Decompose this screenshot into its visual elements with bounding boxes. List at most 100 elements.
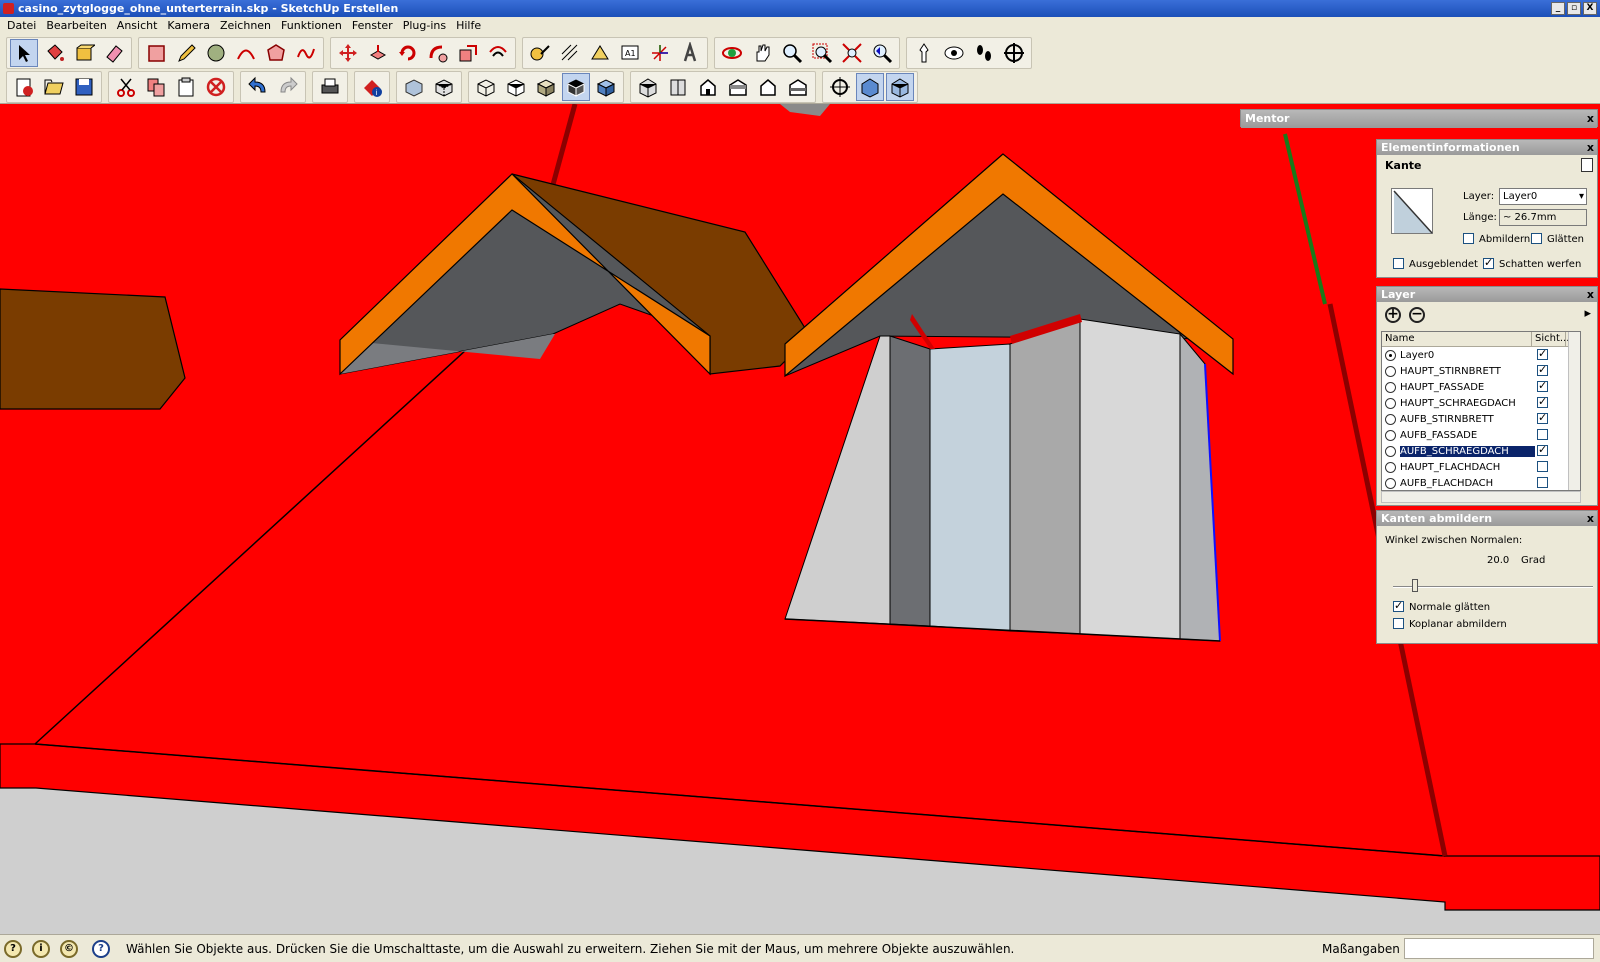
layer-row[interactable]: HAUPT_FASSADE: [1382, 379, 1580, 395]
back-view-button[interactable]: [754, 73, 782, 101]
layer-name[interactable]: AUFB_FLACHDACH: [1400, 478, 1535, 489]
layer-row[interactable]: HAUPT_FLACHDACH: [1382, 459, 1580, 475]
freehand-button[interactable]: [292, 39, 320, 67]
redo-button[interactable]: [274, 73, 302, 101]
layer-visible-checkbox[interactable]: [1537, 429, 1548, 440]
component-button[interactable]: [70, 39, 98, 67]
cast-shadows-option[interactable]: Schatten werfen: [1483, 256, 1581, 270]
paste-button[interactable]: [172, 73, 200, 101]
delete-button[interactable]: [202, 73, 230, 101]
arc-button[interactable]: [232, 39, 260, 67]
back-edges-button[interactable]: [430, 73, 458, 101]
previous-view-button[interactable]: [868, 39, 896, 67]
two-point-perspective-button[interactable]: [886, 72, 914, 101]
top-view-button[interactable]: [664, 73, 692, 101]
hidden-option[interactable]: Ausgeblendet: [1393, 258, 1478, 270]
layer-name[interactable]: AUFB_STIRNBRETT: [1400, 414, 1535, 425]
zoom-button[interactable]: [778, 39, 806, 67]
active-layer-radio[interactable]: [1385, 413, 1396, 425]
measurements-input[interactable]: [1404, 938, 1594, 959]
rectangle-button[interactable]: [142, 39, 170, 67]
menu-funktionen[interactable]: Funktionen: [276, 17, 347, 35]
active-layer-radio[interactable]: [1385, 461, 1396, 473]
mentor-close-button[interactable]: x: [1587, 110, 1594, 128]
geo-location-icon[interactable]: ?: [4, 940, 22, 958]
rotate-button[interactable]: [394, 39, 422, 67]
layer-row[interactable]: AUFB_STIRNBRETT: [1382, 411, 1580, 427]
coplanar-checkbox[interactable]: [1393, 618, 1404, 629]
tape-measure-button[interactable]: [526, 39, 554, 67]
active-layer-radio[interactable]: [1385, 429, 1396, 441]
perspective-button[interactable]: [856, 72, 884, 101]
axes-button[interactable]: [646, 39, 674, 67]
zoom-extents-button[interactable]: [838, 39, 866, 67]
layer-name[interactable]: HAUPT_STIRNBRETT: [1400, 366, 1535, 377]
layer-details-icon[interactable]: ▸: [1584, 306, 1591, 321]
move-button[interactable]: [334, 39, 362, 67]
model-scene[interactable]: [0, 104, 1600, 934]
follow-me-button[interactable]: [424, 39, 452, 67]
layer-name[interactable]: HAUPT_FASSADE: [1400, 382, 1535, 393]
shaded-button[interactable]: [532, 73, 560, 101]
menu-datei[interactable]: Datei: [2, 17, 41, 35]
dimension-button[interactable]: [556, 39, 584, 67]
cut-button[interactable]: [112, 73, 140, 101]
print-button[interactable]: [316, 73, 344, 101]
new-file-button[interactable]: [10, 73, 38, 101]
model-info-button[interactable]: i: [358, 73, 386, 101]
layer-visible-checkbox[interactable]: [1537, 379, 1548, 392]
xray-button[interactable]: [400, 73, 428, 101]
3d-viewport[interactable]: [0, 104, 1600, 934]
push-pull-button[interactable]: [364, 39, 392, 67]
layer-visible-checkbox[interactable]: [1537, 347, 1548, 360]
smooth-checkbox[interactable]: [1531, 233, 1542, 244]
soften-option[interactable]: Abmildern: [1463, 233, 1530, 245]
layer-name[interactable]: AUFB_SCHRAEGDACH: [1400, 445, 1535, 457]
layer-scrollbar-vertical[interactable]: [1568, 332, 1580, 490]
save-button[interactable]: [70, 73, 98, 101]
layer-visible-checkbox[interactable]: [1537, 477, 1548, 488]
iso-view-button[interactable]: [634, 73, 662, 101]
text-button[interactable]: A1: [616, 39, 644, 67]
undo-button[interactable]: [244, 73, 272, 101]
menu-kamera[interactable]: Kamera: [162, 17, 215, 35]
coplanar-option[interactable]: Koplanar abmildern: [1393, 618, 1507, 630]
cast-shadows-checkbox[interactable]: [1483, 256, 1494, 269]
position-camera-button[interactable]: [910, 39, 938, 67]
layer-name[interactable]: HAUPT_FLACHDACH: [1400, 462, 1535, 473]
layer-scrollbar-horizontal[interactable]: [1381, 491, 1581, 503]
hidden-checkbox[interactable]: [1393, 258, 1404, 269]
parallel-projection-button[interactable]: [826, 73, 854, 101]
pan-button[interactable]: [748, 39, 776, 67]
active-layer-radio[interactable]: [1385, 477, 1396, 489]
layer-panel-close-button[interactable]: x: [1587, 287, 1594, 302]
soften-panel-close-button[interactable]: x: [1587, 511, 1594, 526]
dormer-inner-wall-light[interactable]: [1079, 318, 1181, 640]
active-layer-radio[interactable]: [1385, 397, 1396, 409]
minimize-button[interactable]: _: [1551, 2, 1565, 15]
add-layer-icon[interactable]: +: [1385, 307, 1401, 323]
wireframe-button[interactable]: [472, 73, 500, 101]
layer-row[interactable]: HAUPT_STIRNBRETT: [1382, 363, 1580, 379]
active-layer-radio[interactable]: [1385, 349, 1396, 361]
pencil-button[interactable]: [172, 39, 200, 67]
layer-row[interactable]: AUFB_FASSADE: [1382, 427, 1580, 443]
paint-bucket-button[interactable]: [40, 39, 68, 67]
layer-visible-checkbox[interactable]: [1537, 443, 1548, 456]
layer-visible-checkbox[interactable]: [1537, 411, 1548, 424]
smooth-option[interactable]: Glätten: [1531, 233, 1584, 245]
soften-checkbox[interactable]: [1463, 233, 1474, 244]
menu-plugins[interactable]: Plug-ins: [398, 17, 451, 35]
help-icon[interactable]: ?: [92, 940, 110, 958]
layer-name[interactable]: Layer0: [1400, 350, 1535, 361]
protractor-button[interactable]: [586, 39, 614, 67]
right-view-button[interactable]: [724, 73, 752, 101]
front-view-button[interactable]: [694, 73, 722, 101]
offset-button[interactable]: [484, 39, 512, 67]
layer-name[interactable]: HAUPT_SCHRAEGDACH: [1400, 398, 1535, 409]
section-plane-button[interactable]: [1000, 39, 1028, 67]
zoom-window-button[interactable]: [808, 39, 836, 67]
angle-slider[interactable]: [1393, 586, 1593, 588]
3d-text-button[interactable]: [676, 39, 704, 67]
menu-bearbeiten[interactable]: Bearbeiten: [41, 17, 111, 35]
